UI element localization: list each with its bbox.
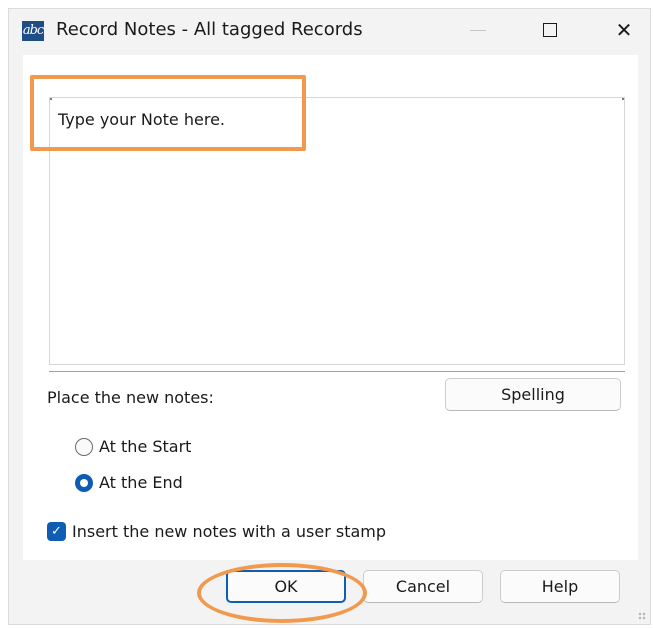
radio-unchecked-icon[interactable] <box>75 437 93 456</box>
ok-button[interactable]: OK <box>226 570 346 603</box>
record-notes-dialog: abc Record Notes - All tagged Records ✕ … <box>8 8 651 625</box>
place-notes-label: Place the new notes: <box>47 388 214 407</box>
spelling-button[interactable]: Spelling <box>445 378 621 411</box>
dialog-content: Type your Note here. Place the new notes… <box>23 55 638 560</box>
abc-notes-icon: abc <box>22 21 44 41</box>
textarea-corner-mark <box>50 98 52 100</box>
maximize-button[interactable] <box>527 9 573 51</box>
user-stamp-label: Insert the new notes with a user stamp <box>72 522 387 541</box>
radio-at-start-label: At the Start <box>99 437 192 456</box>
window-title: Record Notes - All tagged Records <box>56 19 363 40</box>
title-bar[interactable]: abc Record Notes - All tagged Records ✕ <box>9 9 650 51</box>
checkbox-checked-icon[interactable]: ✓ <box>47 522 66 541</box>
radio-at-start[interactable]: At the Start <box>75 437 191 456</box>
notes-text: Type your Note here. <box>58 110 225 129</box>
cancel-button[interactable]: Cancel <box>363 570 483 603</box>
user-stamp-checkbox-row[interactable]: ✓ Insert the new notes with a user stamp <box>47 522 386 541</box>
textarea-corner-mark <box>622 98 624 100</box>
radio-checked-icon[interactable] <box>75 473 93 492</box>
close-icon: ✕ <box>615 18 633 42</box>
minimize-button[interactable] <box>455 9 501 51</box>
radio-at-end[interactable]: At the End <box>75 473 183 492</box>
textarea-bottom-border <box>49 371 625 372</box>
help-button[interactable]: Help <box>500 570 620 603</box>
radio-at-end-label: At the End <box>99 473 183 492</box>
minimize-icon <box>470 29 486 31</box>
notes-textarea[interactable]: Type your Note here. <box>49 97 625 365</box>
maximize-icon <box>543 23 557 37</box>
close-button[interactable]: ✕ <box>601 9 647 51</box>
resize-grip-icon[interactable] <box>638 612 646 620</box>
